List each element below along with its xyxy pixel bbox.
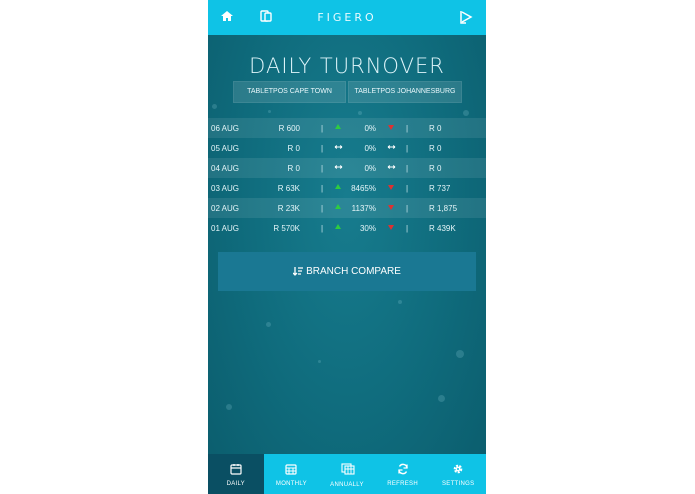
branch-compare-label: BRANCH COMPARE [306,266,401,277]
tab-monthly[interactable]: MONTHLY [264,454,320,494]
tab-monthly-label: MONTHLY [275,481,307,487]
down-arrow-icon [387,223,397,233]
calendar-month-icon [285,464,297,475]
row-separator: | [406,184,409,193]
row-separator: | [321,204,324,213]
row-turnover: R 570K [273,224,300,233]
branch-compare-button[interactable]: BRANCH COMPARE [218,252,476,291]
tab-refresh[interactable]: REFRESH [375,454,431,494]
row-separator: | [406,164,409,173]
row-turnover: R 600 [278,124,300,133]
row-percent-change: 8465% [351,184,376,193]
logout-icon[interactable] [458,9,476,27]
row-previous-turnover: R 1,875 [429,204,458,213]
row-previous-turnover: R 439K [429,224,456,233]
row-turnover: R 63K [277,184,300,193]
table-row: 04 AUG R 0 | 0% | R 0 [208,158,486,178]
row-previous-turnover: R 737 [429,184,451,193]
row-date: 01 AUG [211,224,240,233]
tab-daily[interactable]: DAILY [208,454,264,494]
app-screen: FIGERO DAILY TURNOVER TABLETPOS CAPE TOW… [208,0,486,494]
row-date: 03 AUG [211,184,240,193]
sort-icon [292,267,304,277]
branch-button-johannesburg[interactable]: TABLETPOS JOHANNESBURG [348,81,462,103]
row-turnover: R 0 [287,164,300,173]
row-percent-change: 1137% [351,204,376,213]
bottom-tab-bar: DAILY MONTHLY ANNUALLY REFRESH SETTINGS [208,454,486,494]
row-percent-change: 30% [359,224,376,233]
row-date: 05 AUG [211,144,240,153]
tab-settings-label: SETTINGS [441,481,475,487]
up-arrow-icon [334,123,344,133]
row-turnover: R 0 [287,144,300,153]
up-arrow-icon [334,223,344,233]
down-arrow-icon [387,183,397,193]
up-arrow-icon [334,203,344,213]
tab-annually-label: ANNUALLY [330,482,364,488]
row-previous-turnover: R 0 [429,164,442,173]
table-row: 02 AUG R 23K | 1137% | R 1,875 [208,198,486,218]
table-row: 03 AUG R 63K | 8465% | R 737 [208,178,486,198]
row-separator: | [321,164,324,173]
row-separator: | [321,144,324,153]
row-separator: | [321,224,324,233]
row-date: 04 AUG [211,164,240,173]
row-separator: | [321,124,324,133]
row-separator: | [321,184,324,193]
row-separator: | [406,204,409,213]
tab-annually[interactable]: ANNUALLY [319,454,375,494]
row-separator: | [406,144,409,153]
flat-arrow-icon [387,163,397,173]
gear-icon [453,464,463,474]
turnover-table: 06 AUG R 600 | 0% | R 0 05 AUG R 0 | 0% | R 0 04 AUG… [208,118,486,238]
row-percent-change: 0% [364,124,376,133]
row-turnover: R 23K [277,204,300,213]
tab-settings[interactable]: SETTINGS [430,454,486,494]
flat-arrow-icon [387,143,397,153]
row-percent-change: 0% [364,164,376,173]
flat-arrow-icon [334,163,344,173]
flat-arrow-icon [334,143,344,153]
tab-refresh-label: REFRESH [387,481,418,487]
up-arrow-icon [334,183,344,193]
tab-daily-label: DAILY [226,481,245,487]
row-separator: | [406,124,409,133]
table-row: 05 AUG R 0 | 0% | R 0 [208,138,486,158]
table-row: 06 AUG R 600 | 0% | R 0 [208,118,486,138]
page-title: DAILY TURNOVER [249,54,445,78]
row-previous-turnover: R 0 [429,144,442,153]
row-separator: | [406,224,409,233]
down-arrow-icon [387,203,397,213]
calendar-year-icon [341,463,355,475]
top-bar: FIGERO [208,0,486,35]
app-logo: FIGERO [317,11,377,24]
row-date: 02 AUG [211,204,240,213]
refresh-icon [397,463,408,475]
down-arrow-icon [387,123,397,133]
branch-button-cape-town[interactable]: TABLETPOS CAPE TOWN [233,81,346,103]
row-previous-turnover: R 0 [429,124,442,133]
table-row: 01 AUG R 570K | 30% | R 439K [208,218,486,238]
row-percent-change: 0% [364,144,376,153]
row-date: 06 AUG [211,124,240,133]
calendar-day-icon [230,464,242,475]
